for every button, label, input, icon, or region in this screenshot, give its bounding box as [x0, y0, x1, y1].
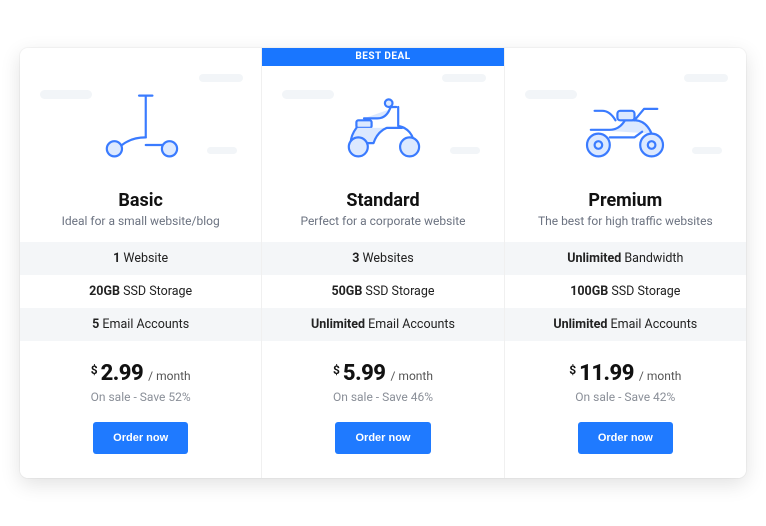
motorcycle-icon — [577, 88, 673, 164]
plan-subtitle: Perfect for a corporate website — [274, 214, 491, 228]
feature-item: Unlimited Email Accounts — [262, 308, 503, 341]
price-period: / month — [391, 369, 433, 383]
plan-illustration — [505, 66, 746, 186]
plan-subtitle: The best for high traffic websites — [517, 214, 734, 228]
feature-item: 50GB SSD Storage — [262, 275, 503, 308]
feature-item: 3 Websites — [262, 242, 503, 275]
currency: $ — [569, 363, 576, 377]
feature-list: 1 Website 20GB SSD Storage 5 Email Accou… — [20, 242, 261, 341]
order-button[interactable]: Order now — [578, 422, 673, 454]
plan-name: Basic — [32, 190, 249, 211]
feature-item: Unlimited Email Accounts — [505, 308, 746, 341]
plan-subtitle: Ideal for a small website/blog — [32, 214, 249, 228]
price-block: $ 11.99 / month On sale - Save 42% — [505, 341, 746, 412]
plan-illustration — [262, 66, 503, 186]
best-deal-badge: BEST DEAL — [262, 48, 503, 66]
moped-icon — [335, 88, 431, 164]
scooter-icon — [93, 88, 189, 164]
price-amount: 11.99 — [579, 361, 634, 386]
currency: $ — [91, 363, 98, 377]
price-block: $ 5.99 / month On sale - Save 46% — [262, 341, 503, 412]
feature-item: Unlimited Bandwidth — [505, 242, 746, 275]
plan-name: Standard — [274, 190, 491, 211]
price-amount: 5.99 — [343, 361, 386, 386]
price-block: $ 2.99 / month On sale - Save 52% — [20, 341, 261, 412]
sale-text: On sale - Save 42% — [515, 390, 736, 404]
feature-item: 20GB SSD Storage — [20, 275, 261, 308]
plan-illustration — [20, 66, 261, 186]
price-amount: 2.99 — [101, 361, 144, 386]
price-period: / month — [148, 369, 190, 383]
order-button[interactable]: Order now — [335, 422, 430, 454]
sale-text: On sale - Save 52% — [30, 390, 251, 404]
feature-item: 1 Website — [20, 242, 261, 275]
pricing-table: BEST DEAL Basic Ideal for a small websit… — [20, 48, 746, 478]
order-button[interactable]: Order now — [93, 422, 188, 454]
plan-premium: BEST DEAL Premium The best for high — [504, 48, 746, 478]
feature-item: 100GB SSD Storage — [505, 275, 746, 308]
price-period: / month — [639, 369, 681, 383]
feature-item: 5 Email Accounts — [20, 308, 261, 341]
plan-standard: BEST DEAL Standard Perfect for a corpora… — [261, 48, 503, 478]
currency: $ — [333, 363, 340, 377]
feature-list: 3 Websites 50GB SSD Storage Unlimited Em… — [262, 242, 503, 341]
sale-text: On sale - Save 46% — [272, 390, 493, 404]
plan-basic: BEST DEAL Basic Ideal for a small websit… — [20, 48, 261, 478]
feature-list: Unlimited Bandwidth 100GB SSD Storage Un… — [505, 242, 746, 341]
plan-name: Premium — [517, 190, 734, 211]
